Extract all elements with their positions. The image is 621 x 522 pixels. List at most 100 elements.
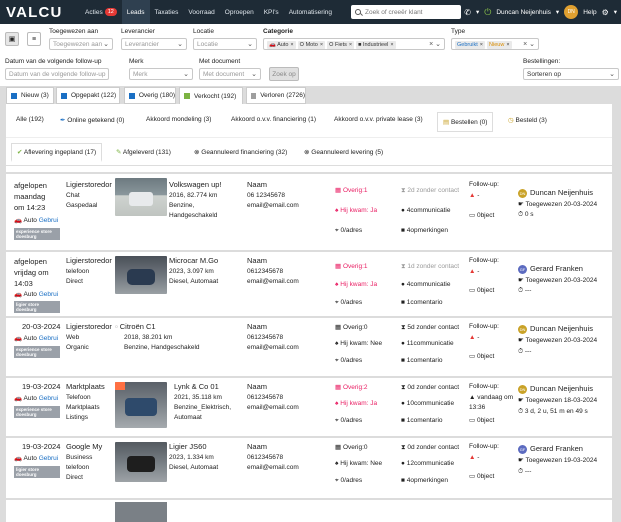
locatie-label: Locatie: [193, 28, 214, 35]
customer-phone[interactable]: 0612345678: [247, 333, 283, 343]
sub-tab-alle[interactable]: Alle (192): [16, 116, 44, 123]
sub-tab-akkoord-private-lease[interactable]: Akkoord o.v.v. private lease (3): [334, 116, 423, 123]
customer-name[interactable]: Naam: [247, 442, 267, 452]
adres-count: ⌖ 0/adres: [335, 416, 362, 426]
tag-nieuw[interactable]: Nieuw ×: [487, 41, 512, 49]
tag-industrieel[interactable]: ■ Industrieel ×: [356, 41, 396, 49]
followup-value: ▲ vandaag om 13:36: [469, 393, 515, 413]
tag-moto[interactable]: ⭘ Moto ×: [297, 41, 326, 49]
tag-fiets[interactable]: ⭘ Fiets ×: [327, 41, 355, 49]
assignee-name[interactable]: Gerard Franken: [530, 444, 583, 454]
customer-name[interactable]: Naam: [247, 382, 267, 392]
phone-icon[interactable]: ✆: [464, 8, 471, 17]
customer-search-input[interactable]: Zoek of creeër klant: [351, 5, 462, 19]
sub-tab-akkoord-mondeling[interactable]: Akkoord mondeling (3): [146, 116, 211, 123]
toegewezen-select[interactable]: Toegewezen aan ⌄: [49, 38, 113, 50]
zoek-op-button[interactable]: Zoek op: [269, 67, 299, 81]
assignee-name[interactable]: Duncan Neijenhuis: [530, 384, 593, 394]
handshake-icon: ☛: [518, 337, 526, 344]
customer-name[interactable]: Naam: [247, 180, 267, 190]
close-icon[interactable]: ×: [290, 42, 293, 48]
lead-card[interactable]: 19-03-2024 🚗 Auto Gebrui experience stor…: [6, 378, 612, 436]
assignee-name[interactable]: Gerard Franken: [530, 264, 583, 274]
car-thumbnail[interactable]: [115, 382, 167, 428]
customer-name[interactable]: Naam: [247, 322, 267, 332]
document-select[interactable]: Met document ⌄: [199, 68, 261, 80]
sub-tab-akkoord-financiering[interactable]: Akkoord o.v.v. financiering (1): [231, 116, 316, 123]
customer-phone[interactable]: 0612345678: [247, 393, 283, 403]
lead-card[interactable]: afgelopen vrijdag om 14:03 🚗 Auto Gebrui l…: [6, 252, 612, 316]
type-select[interactable]: Gebruikt × Nieuw × × ⌄: [451, 38, 539, 50]
merk-select[interactable]: Merk ⌄: [129, 68, 193, 80]
car-title[interactable]: Ligier JS60: [169, 442, 207, 452]
car-title[interactable]: Microcar M.Go: [169, 256, 218, 266]
close-icon[interactable]: ×: [349, 42, 352, 48]
close-icon[interactable]: ×: [480, 42, 483, 48]
customer-phone[interactable]: 0612345678: [247, 267, 283, 277]
lead-card[interactable]: 20-03-2024 🚗 Auto Gebrui experience stor…: [6, 318, 612, 376]
customer-email[interactable]: email@email.com: [247, 403, 299, 413]
categorie-select[interactable]: 🚗 Auto × ⭘ Moto × ⭘ Fiets × ■ Industrieel × × ⌄: [263, 38, 445, 50]
lead-card[interactable]: 19-03-2024 🚗 Auto Gebrui ligier store do…: [6, 438, 612, 498]
customer-name[interactable]: Naam: [247, 256, 267, 266]
store-badge: experience store doesburg: [14, 406, 60, 418]
grid-view-toggle[interactable]: ▣: [5, 32, 19, 46]
sub-tab-online-getekend[interactable]: ✒ Online getekend (0): [60, 116, 124, 124]
car-thumbnail[interactable]: [115, 178, 167, 216]
sub-tab-geannuleerd-levering[interactable]: ⊗ Geannuleerd levering (5): [304, 148, 383, 156]
followup-date-input[interactable]: Datum van de volgende follow-up: [5, 68, 109, 80]
tag-gebruikt[interactable]: Gebruikt ×: [455, 41, 486, 49]
sub-tab-afgeleverd[interactable]: ✎ Afgeleverd (131): [116, 148, 171, 156]
status-tab-nieuw[interactable]: Nieuw (3): [6, 87, 54, 104]
close-icon[interactable]: ×: [320, 42, 323, 48]
nav-link-taxaties[interactable]: Taxaties: [150, 0, 184, 24]
stopwatch-icon: ⏱: [518, 211, 525, 218]
car-title[interactable]: Volkswagen up!: [169, 180, 222, 190]
customer-email[interactable]: email@email.com: [247, 201, 299, 211]
car-title[interactable]: Lynk & Co 01: [174, 382, 219, 392]
customer-phone[interactable]: 06 12345678: [247, 191, 285, 201]
status-tab-verloren[interactable]: Verloren (2726): [246, 87, 306, 104]
list-view-toggle[interactable]: ≡: [27, 32, 41, 46]
customer-email[interactable]: email@email.com: [247, 343, 299, 353]
car-thumbnail[interactable]: [115, 502, 167, 522]
nav-link-automatisering[interactable]: Automatisering: [284, 0, 337, 24]
app-logo[interactable]: VALCU: [6, 4, 68, 21]
power-icon[interactable]: ⏻: [484, 7, 491, 18]
customer-email[interactable]: email@email.com: [247, 277, 299, 287]
assignee-name[interactable]: Duncan Neijenhuis: [530, 188, 593, 198]
status-tab-verkocht[interactable]: Verkocht (192): [179, 87, 243, 105]
chevron-down-icon[interactable]: ▾: [476, 8, 479, 16]
customer-email[interactable]: email@email.com: [247, 463, 299, 473]
nav-link-voorraad[interactable]: Voorraad: [183, 0, 219, 24]
status-tab-opgepakt[interactable]: Opgepakt (122): [56, 87, 120, 104]
gear-icon[interactable]: ⚙: [602, 8, 609, 17]
close-icon[interactable]: ×: [390, 42, 393, 48]
locatie-select[interactable]: Locatie ⌄: [193, 38, 257, 50]
help-chevron-icon[interactable]: ▾: [614, 8, 617, 16]
sub-tab-geannuleerd-financiering[interactable]: ⊗ Geannuleerd financiering (32): [194, 148, 287, 156]
car-title[interactable]: ▫ Citroën C1: [115, 322, 156, 332]
tag-auto[interactable]: 🚗 Auto ×: [267, 41, 296, 49]
sub-tab-aflevering-ingepland[interactable]: ✔ Aflevering ingepland (17): [11, 143, 103, 162]
nav-link-kpis[interactable]: KPI's: [259, 0, 284, 24]
lead-card[interactable]: afgelopen maandag om 14:23 🚗 Auto Gebrui e…: [6, 174, 612, 250]
car-thumbnail[interactable]: [115, 442, 167, 482]
help-link[interactable]: Help: [583, 9, 596, 16]
status-tab-overig[interactable]: Overig (180): [124, 87, 176, 104]
sort-select[interactable]: Sorteren op ⌄: [523, 68, 619, 80]
sub-tab-besteld[interactable]: ◷ Besteld (3): [508, 116, 547, 124]
close-icon[interactable]: ×: [506, 42, 509, 48]
assignee-name[interactable]: Duncan Neijenhuis: [530, 324, 593, 334]
leverancier-select[interactable]: Leverancier ⌄: [121, 38, 187, 50]
nav-link-oproepen[interactable]: Oproepen: [220, 0, 259, 24]
customer-phone[interactable]: 0612345678: [247, 453, 283, 463]
sub-tab-bestellen[interactable]: ▤ Bestellen (0): [437, 112, 494, 132]
user-avatar[interactable]: DN: [564, 5, 579, 19]
lead-card[interactable]: [6, 500, 612, 522]
car-thumbnail[interactable]: [115, 256, 167, 294]
nav-link-acties[interactable]: Acties 12: [80, 0, 122, 24]
nav-link-leads[interactable]: Leads: [121, 0, 150, 24]
user-name[interactable]: Duncan Neijenhuis: [496, 9, 551, 16]
user-chevron-icon[interactable]: ▾: [556, 8, 559, 16]
